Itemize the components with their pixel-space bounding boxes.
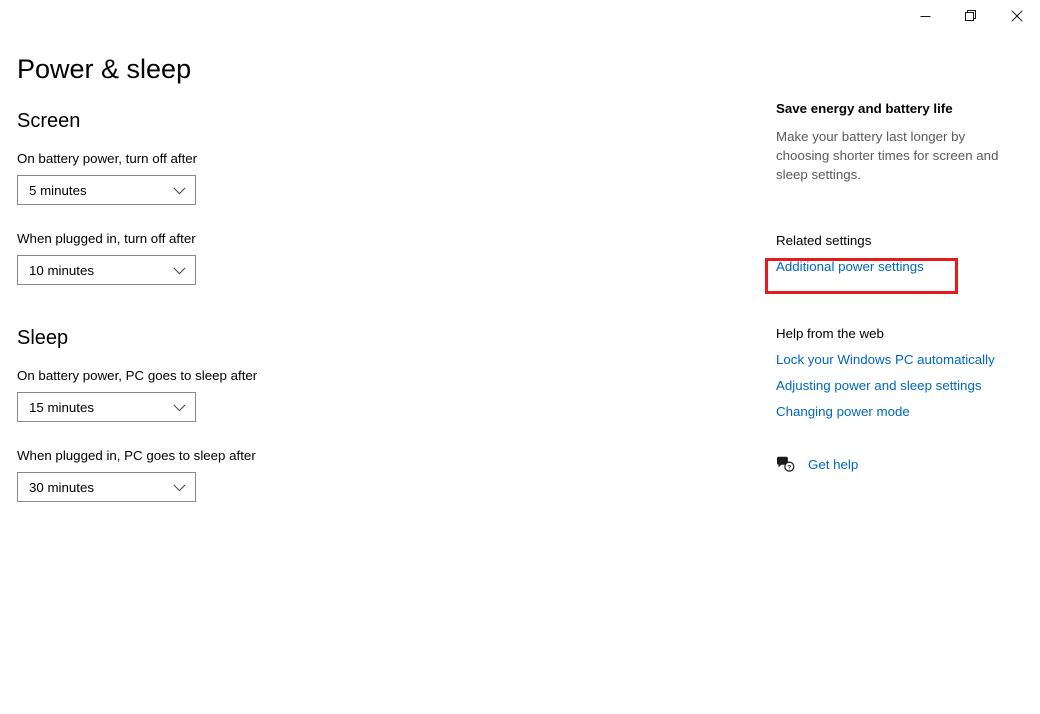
chevron-down-icon <box>173 263 186 278</box>
screen-battery-field: On battery power, turn off after 5 minut… <box>17 150 717 205</box>
svg-text:?: ? <box>787 464 791 471</box>
help-from-web-block: Help from the web Lock your Windows PC a… <box>776 325 1026 421</box>
screen-battery-dropdown[interactable]: 5 minutes <box>17 175 196 205</box>
page-title: Power & sleep <box>17 54 192 84</box>
help-from-web-heading: Help from the web <box>776 326 884 341</box>
help-link-row: Adjusting power and sleep settings <box>776 377 1026 395</box>
screen-battery-value: 5 minutes <box>29 182 87 198</box>
screen-plugged-value: 10 minutes <box>29 262 95 278</box>
sleep-plugged-label: When plugged in, PC goes to sleep after <box>17 448 256 463</box>
screen-plugged-field: When plugged in, turn off after 10 minut… <box>17 230 717 285</box>
changing-power-mode-link[interactable]: Changing power mode <box>776 403 910 421</box>
sleep-battery-dropdown[interactable]: 15 minutes <box>17 392 196 422</box>
save-energy-block: Save energy and battery life Make your b… <box>776 100 1026 184</box>
sleep-plugged-field: When plugged in, PC goes to sleep after … <box>17 447 717 502</box>
chevron-down-icon <box>173 400 186 415</box>
help-link-row: Changing power mode <box>776 403 1026 421</box>
sleep-plugged-value: 30 minutes <box>29 479 95 495</box>
save-energy-body: Make your battery last longer by choosin… <box>776 129 999 182</box>
save-energy-heading: Save energy and battery life <box>776 101 953 116</box>
adjusting-power-sleep-link[interactable]: Adjusting power and sleep settings <box>776 377 982 395</box>
help-bubble-icon: ? <box>776 456 796 474</box>
screen-section: Screen On battery power, turn off after … <box>17 108 717 285</box>
related-settings-heading: Related settings <box>776 233 872 248</box>
screen-battery-label: On battery power, turn off after <box>17 151 198 166</box>
sleep-battery-field: On battery power, PC goes to sleep after… <box>17 367 717 422</box>
lock-windows-pc-link[interactable]: Lock your Windows PC automatically <box>776 351 995 369</box>
sleep-plugged-dropdown[interactable]: 30 minutes <box>17 472 196 502</box>
main-content: Power & sleep Screen On battery power, t… <box>17 52 717 502</box>
settings-page: Power & sleep Screen On battery power, t… <box>0 0 1040 714</box>
chevron-down-icon <box>173 183 186 198</box>
screen-section-heading: Screen <box>17 110 81 132</box>
get-help-block[interactable]: ? Get help <box>776 456 1026 474</box>
sleep-battery-value: 15 minutes <box>29 399 95 415</box>
additional-power-settings-link[interactable]: Additional power settings <box>776 258 924 276</box>
get-help-link[interactable]: Get help <box>808 456 858 474</box>
sleep-section-heading: Sleep <box>17 327 69 349</box>
help-link-row: Lock your Windows PC automatically <box>776 351 1026 369</box>
related-settings-block: Related settings Additional power settin… <box>776 232 1026 276</box>
chevron-down-icon <box>173 480 186 495</box>
aside-panel: Save energy and battery life Make your b… <box>776 100 1026 474</box>
screen-plugged-dropdown[interactable]: 10 minutes <box>17 255 196 285</box>
sleep-section: Sleep On battery power, PC goes to sleep… <box>17 325 717 502</box>
screen-plugged-label: When plugged in, turn off after <box>17 231 196 246</box>
sleep-battery-label: On battery power, PC goes to sleep after <box>17 368 258 383</box>
